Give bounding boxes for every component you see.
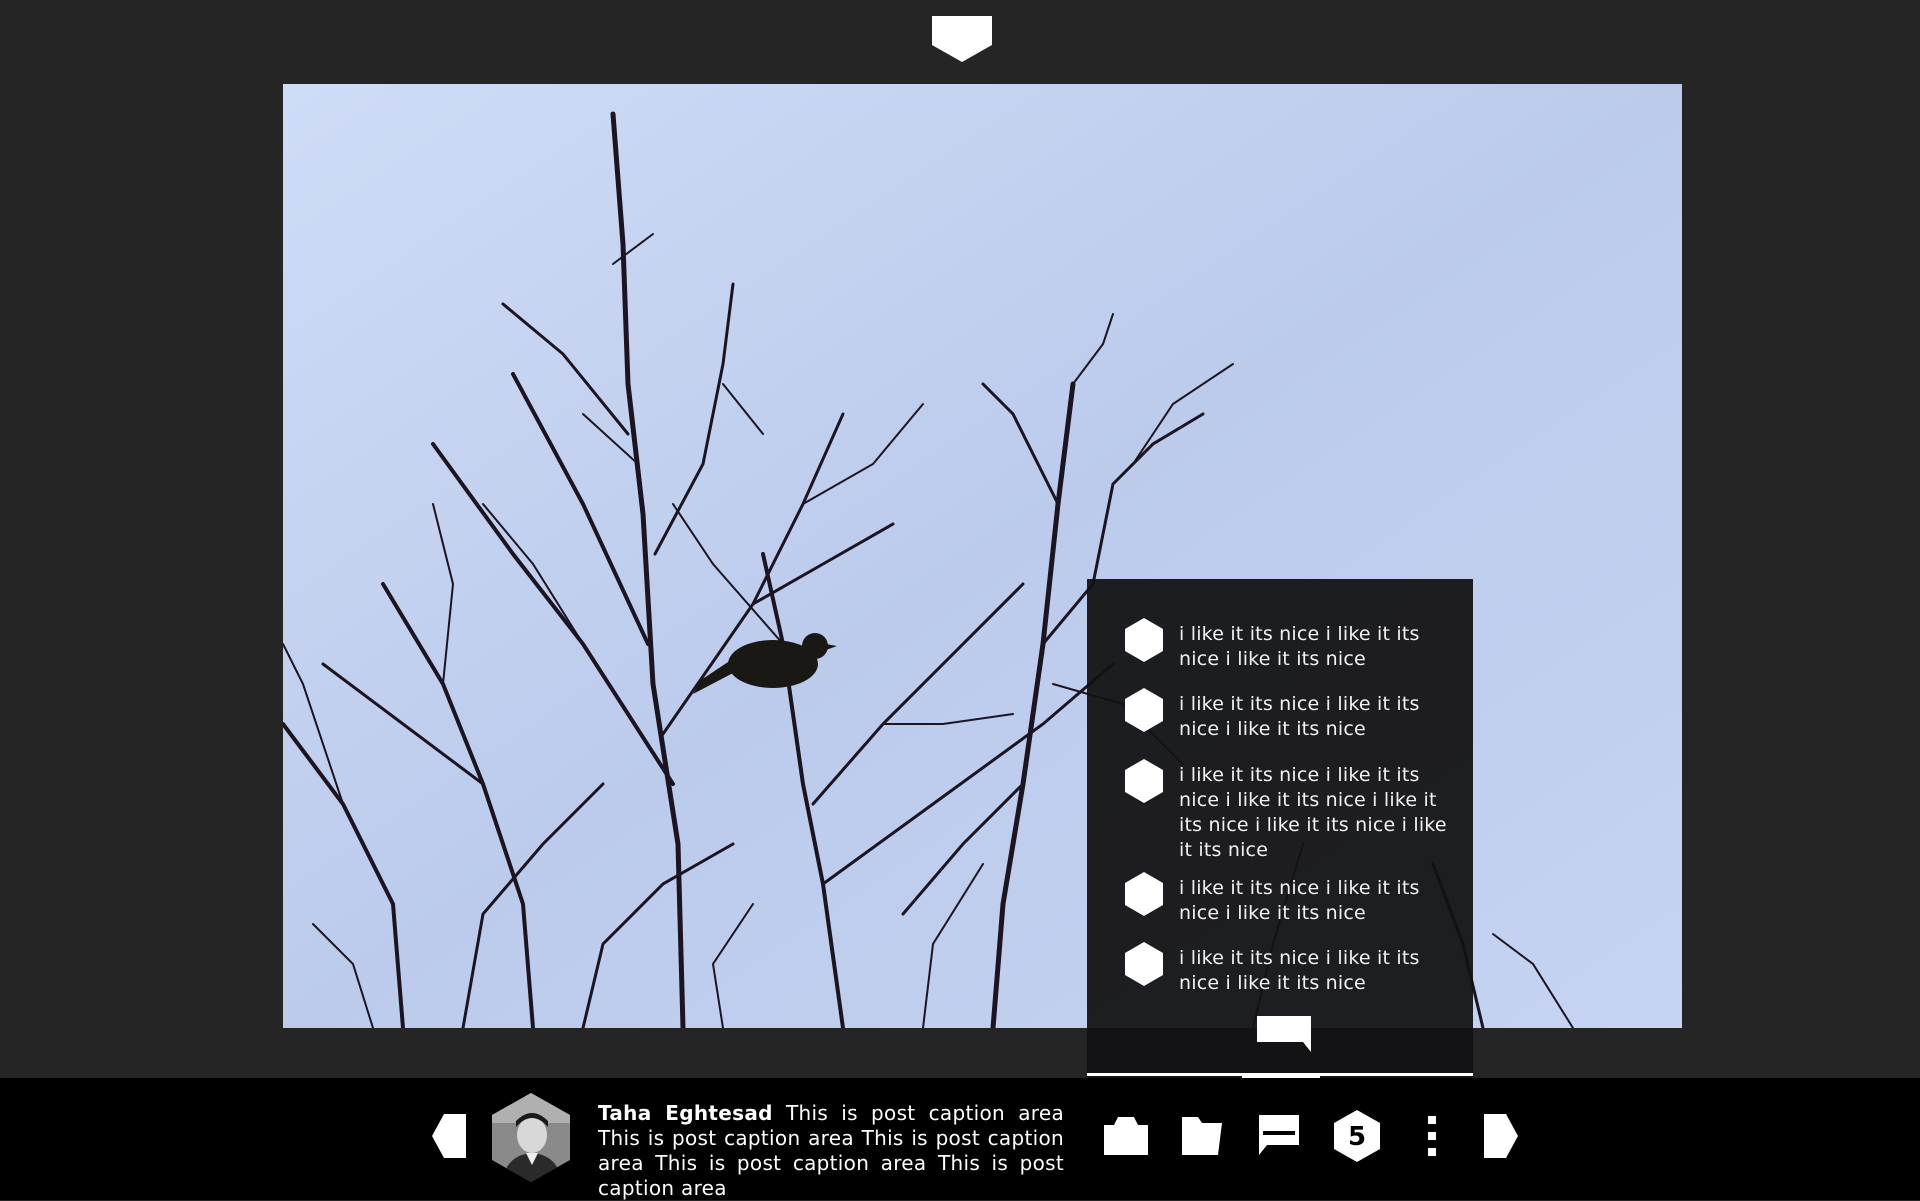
arrow-left-icon[interactable] — [432, 1114, 466, 1158]
comment-avatar[interactable] — [1125, 759, 1163, 803]
comment-avatar[interactable] — [1125, 872, 1163, 916]
comment-text: i like it its nice i like it its nice i … — [1179, 764, 1447, 861]
post-author[interactable]: Taha Eghtesad — [598, 1101, 773, 1125]
comment-item: i like it its nice i like it its nice i … — [1125, 872, 1455, 926]
comment-item: i like it its nice i like it its nice i … — [1125, 688, 1455, 742]
post-caption: Taha Eghtesad This is post caption area … — [598, 1101, 1064, 1201]
comment-text: i like it its nice i like it its nice i … — [1179, 947, 1420, 994]
camera-icon[interactable] — [1104, 1117, 1148, 1155]
comment-text: i like it its nice i like it its nice i … — [1179, 877, 1420, 924]
more-vertical-icon[interactable] — [1426, 1116, 1438, 1156]
comment-avatar[interactable] — [1125, 942, 1163, 986]
comments-panel: i like it its nice i like it its nice i … — [1087, 579, 1473, 1084]
comment-text: i like it its nice i like it its nice i … — [1179, 623, 1420, 670]
chevron-down-icon[interactable] — [932, 16, 992, 62]
add-comment-icon[interactable] — [1257, 1016, 1311, 1052]
arrow-right-icon[interactable] — [1484, 1114, 1518, 1158]
comment-item: i like it its nice i like it its nice i … — [1125, 759, 1455, 863]
comment-text: i like it its nice i like it its nice i … — [1179, 693, 1420, 740]
avatar[interactable] — [492, 1093, 570, 1182]
folder-icon[interactable] — [1182, 1117, 1222, 1155]
comment-avatar[interactable] — [1125, 618, 1163, 662]
comment-item: i like it its nice i like it its nice i … — [1125, 618, 1455, 672]
count-badge[interactable]: 5 — [1334, 1110, 1380, 1162]
comment-item: i like it its nice i like it its nice i … — [1125, 942, 1455, 996]
count-value: 5 — [1348, 1122, 1366, 1152]
comment-avatar[interactable] — [1125, 688, 1163, 732]
comment-icon[interactable] — [1259, 1115, 1299, 1155]
